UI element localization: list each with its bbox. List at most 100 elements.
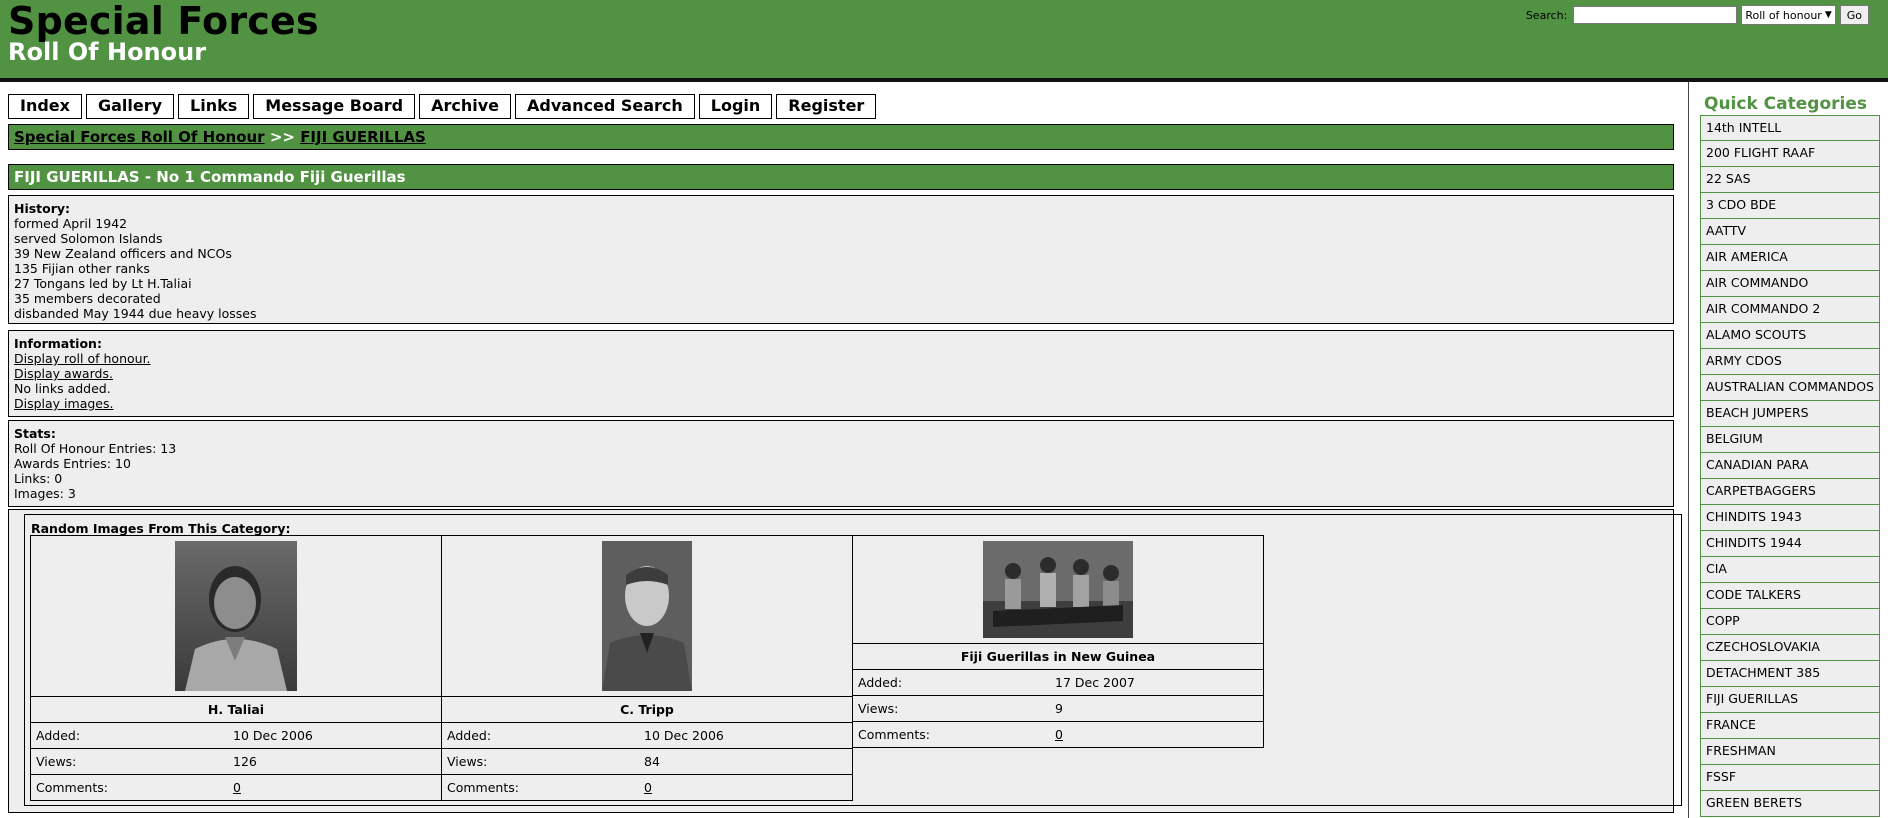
category-item[interactable]: 14th INTELL [1700,115,1880,141]
image-added-row: Added: 10 Dec 2006 [442,723,852,749]
sidebar-title: Quick Categories [1704,94,1867,114]
chevron-down-icon: ▼ [1824,10,1832,20]
category-item[interactable]: AIR COMMANDO [1700,271,1880,297]
nav-links[interactable]: Links [178,94,250,119]
main-content: Index Gallery Links Message Board Archiv… [0,82,1689,818]
added-value: 17 Dec 2007 [1055,675,1135,690]
category-item[interactable]: DETACHMENT 385 [1700,661,1880,687]
category-item[interactable]: CANADIAN PARA [1700,453,1880,479]
category-item[interactable]: BELGIUM [1700,427,1880,453]
added-label: Added: [447,728,492,743]
comments-link[interactable]: 0 [1055,722,1063,747]
portrait-photo[interactable] [175,541,297,691]
category-item[interactable]: GREEN BERETS [1700,791,1880,817]
display-roll-link[interactable]: Display roll of honour. [14,351,151,366]
image-caption: Fiji Guerillas in New Guinea [853,644,1263,670]
history-panel: History: formed April 1942 served Solomo… [8,195,1674,324]
breadcrumb: Special Forces Roll Of Honour >> FIJI GU… [8,124,1674,150]
comments-label: Comments: [447,780,519,795]
nav-index[interactable]: Index [8,94,82,119]
category-item[interactable]: AIR AMERICA [1700,245,1880,271]
stats-line: Images: 3 [14,486,76,501]
image-card: Fiji Guerillas in New Guinea Added: 17 D… [852,535,1264,748]
search-input[interactable] [1573,6,1738,24]
category-item[interactable]: FRESHMAN [1700,739,1880,765]
image-card: H. Taliai Added: 10 Dec 2006 Views: 126 … [30,535,442,801]
search-go-button[interactable]: Go [1839,5,1869,25]
category-item[interactable]: 3 CDO BDE [1700,193,1880,219]
stats-heading: Stats: [14,426,56,441]
nav-gallery[interactable]: Gallery [85,94,175,119]
history-line: 27 Tongans led by Lt H.Taliai [14,276,192,291]
added-label: Added: [858,675,903,690]
breadcrumb-current-link[interactable]: FIJI GUERILLAS [300,128,426,146]
category-item[interactable]: 22 SAS [1700,167,1880,193]
category-item[interactable]: CHINDITS 1943 [1700,505,1880,531]
category-title: FIJI GUERILLAS - No 1 Commando Fiji Guer… [8,164,1674,190]
nav-message-board[interactable]: Message Board [253,94,416,119]
category-item[interactable]: FIJI GUERILLAS [1700,687,1880,713]
history-line: 35 members decorated [14,291,161,306]
category-item[interactable]: CZECHOSLOVAKIA [1700,635,1880,661]
category-item[interactable]: 200 FLIGHT RAAF [1700,141,1880,167]
image-comments-row: Comments: 0 [853,722,1263,747]
views-label: Views: [36,754,77,769]
category-item[interactable]: FRANCE [1700,713,1880,739]
image-card: C. Tripp Added: 10 Dec 2006 Views: 84 Co… [441,535,853,801]
history-line: formed April 1942 [14,216,128,231]
category-item[interactable]: ARMY CDOS [1700,349,1880,375]
nav-advanced-search[interactable]: Advanced Search [515,94,695,119]
history-line: disbanded May 1944 due heavy losses [14,306,257,321]
image-views-row: Views: 126 [31,749,441,775]
category-item[interactable]: CODE TALKERS [1700,583,1880,609]
portrait-photo[interactable] [602,541,692,691]
added-value: 10 Dec 2006 [644,728,724,743]
views-value: 84 [644,754,660,769]
group-photo[interactable] [983,541,1133,638]
stats-panel: Stats: Roll Of Honour Entries: 13 Awards… [8,420,1674,507]
category-item[interactable]: ALAMO SCOUTS [1700,323,1880,349]
stats-line: Roll Of Honour Entries: 13 [14,441,177,456]
image-thumb-frame [442,536,852,697]
history-line: 135 Fijian other ranks [14,261,150,276]
site-title[interactable]: Special Forces [8,0,319,43]
nav-archive[interactable]: Archive [419,94,512,119]
nav-register[interactable]: Register [776,94,877,119]
display-images-link[interactable]: Display images. [14,396,113,411]
category-item[interactable]: AUSTRALIAN COMMANDOS [1700,375,1880,401]
added-value: 10 Dec 2006 [233,728,313,743]
image-thumb-frame [31,536,441,697]
category-item[interactable]: FSSF [1700,765,1880,791]
image-added-row: Added: 10 Dec 2006 [31,723,441,749]
category-item[interactable]: AIR COMMANDO 2 [1700,297,1880,323]
comments-link[interactable]: 0 [233,775,241,800]
comments-label: Comments: [36,780,108,795]
category-item[interactable]: BEACH JUMPERS [1700,401,1880,427]
stats-line: Links: 0 [14,471,63,486]
category-item[interactable]: COPP [1700,609,1880,635]
category-list: 14th INTELL 200 FLIGHT RAAF 22 SAS 3 CDO… [1700,115,1880,817]
sidebar: Quick Categories 14th INTELL 200 FLIGHT … [1690,82,1888,818]
search-scope-select[interactable]: Roll of honour ▼ [1741,5,1836,25]
breadcrumb-root-link[interactable]: Special Forces Roll Of Honour [14,128,265,146]
information-panel: Information: Display roll of honour. Dis… [8,330,1674,417]
image-comments-row: Comments: 0 [31,775,441,800]
history-line: served Solomon Islands [14,231,163,246]
comments-link[interactable]: 0 [644,775,652,800]
image-caption: H. Taliai [31,697,441,723]
category-item[interactable]: CHINDITS 1944 [1700,531,1880,557]
views-value: 9 [1055,701,1063,716]
random-images-frame: Random Images From This Category: H. Tal… [24,514,1682,806]
nav-login[interactable]: Login [698,94,773,119]
search-bar: Search: Roll of honour ▼ Go [1526,5,1869,25]
random-images-panel: Random Images From This Category: H. Tal… [8,509,1682,813]
category-item[interactable]: AATTV [1700,219,1880,245]
search-scope-value: Roll of honour [1745,8,1822,22]
image-views-row: Views: 9 [853,696,1263,722]
display-awards-link[interactable]: Display awards. [14,366,113,381]
category-item[interactable]: CIA [1700,557,1880,583]
image-caption: C. Tripp [442,697,852,723]
category-item[interactable]: CARPETBAGGERS [1700,479,1880,505]
random-images-heading: Random Images From This Category: [31,521,291,536]
search-label: Search: [1525,8,1568,22]
